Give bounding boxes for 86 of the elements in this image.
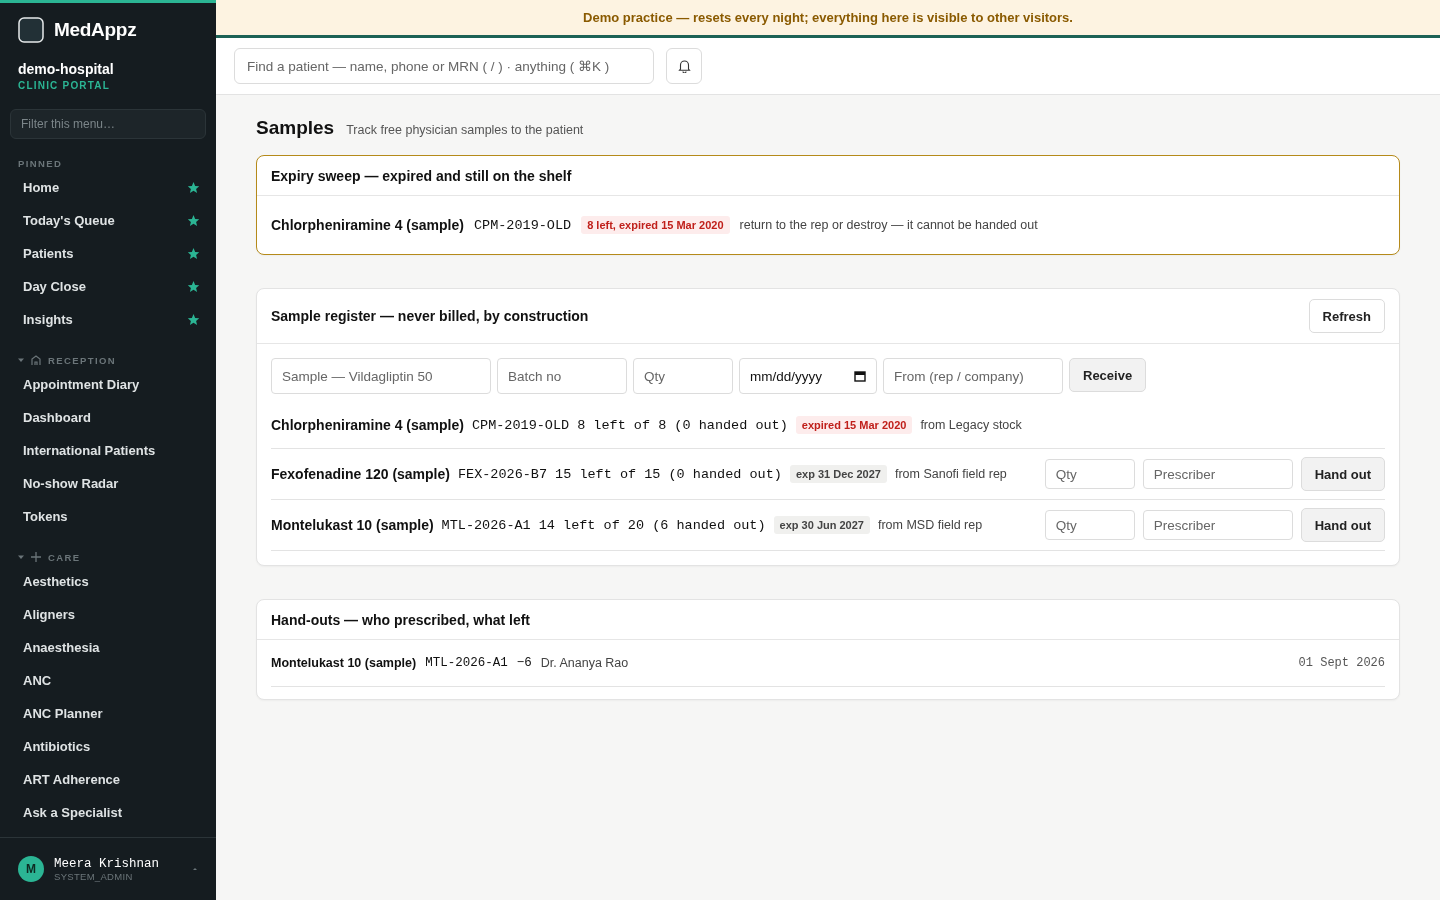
sidebar-item[interactable]: No-show Radar	[23, 476, 119, 491]
notifications-button[interactable]	[666, 48, 702, 84]
refresh-button[interactable]: Refresh	[1308, 299, 1385, 333]
card-title: Hand-outs — who prescribed, what left	[271, 611, 531, 628]
expiry-badge: expired 15 Mar 2020	[795, 416, 913, 434]
user-avatar[interactable]: M	[18, 856, 44, 882]
user-name: Meera Krishnan	[54, 856, 160, 871]
quantity-field[interactable]: Qty	[1044, 510, 1135, 540]
sidebar-item[interactable]: Aligners	[23, 607, 75, 622]
handout-date: 01 Sept 2026	[1298, 656, 1385, 670]
sample-name: Chlorpheniramine 4 (sample)	[271, 417, 464, 433]
sidebar-item[interactable]: ANC Planner	[23, 706, 103, 721]
stock-count: 8 left of 8 (0 handed out)	[577, 417, 788, 433]
date-field[interactable]: mm/dd/yyyy	[739, 358, 877, 394]
sidebar-item[interactable]: Dashboard	[23, 410, 91, 425]
sample-name: Montelukast 10 (sample)	[271, 656, 417, 670]
sidebar-item[interactable]: Insights	[23, 312, 73, 327]
brand-name: MedAppz	[54, 19, 137, 41]
instruction-text: return to the rep or destroy — it cannot be handed out	[739, 218, 1038, 232]
quantity-field[interactable]: Qty	[633, 358, 733, 394]
star-icon[interactable]	[187, 247, 200, 260]
expiry-badge: exp 31 Dec 2027	[789, 465, 887, 483]
batch-number: FEX-2026-B7	[457, 466, 548, 482]
sidebar-item[interactable]: Appointment Diary	[23, 377, 140, 392]
sidebar-item[interactable]: Today's Queue	[23, 213, 115, 228]
batch-number: MTL-2026-A1	[425, 656, 508, 670]
source-field[interactable]: From (rep / company)	[883, 358, 1063, 394]
batch-number: CPM-2019-OLD	[471, 417, 570, 433]
expiry-badge: 8 left, expired 15 Mar 2020	[581, 216, 730, 234]
sample-name: Chlorpheniramine 4 (sample)	[271, 217, 464, 233]
organization-name: demo-hospital	[17, 60, 115, 77]
prescriber-name: Dr. Ananya Rao	[540, 656, 629, 670]
card-title: Sample register — never billed, by construction	[271, 308, 589, 324]
sidebar-item[interactable]: Home	[23, 180, 60, 195]
demo-banner: Demo practice — resets every night; everything here is visible to other visitors.	[216, 0, 1440, 38]
logo-icon	[18, 17, 44, 43]
sidebar-item[interactable]: Day Close	[23, 279, 86, 294]
caret-icon[interactable]	[192, 866, 198, 872]
batch-field[interactable]: Batch no	[497, 358, 627, 394]
batch-number: CPM-2019-OLD	[473, 217, 572, 233]
quantity-text: −6	[516, 656, 532, 670]
source-text: from Sanofi field rep	[894, 467, 1007, 481]
receive-button[interactable]: Receive	[1069, 358, 1147, 392]
sample-field[interactable]: Sample — Vildagliptin 50	[271, 358, 491, 394]
star-icon[interactable]	[187, 214, 200, 227]
sidebar-item[interactable]: ART Adherence	[23, 772, 121, 787]
page-title: Samples	[256, 117, 335, 139]
section-label: CARE	[48, 551, 81, 563]
hand-out-button[interactable]: Hand out	[1300, 508, 1385, 542]
caret-icon[interactable]	[18, 357, 24, 363]
sample-name: Fexofenadine 120 (sample)	[271, 466, 450, 482]
prescriber-field[interactable]: Prescriber	[1142, 459, 1293, 489]
stock-count: 15 left of 15 (0 handed out)	[555, 466, 782, 482]
sidebar-item[interactable]: Tokens	[23, 509, 68, 524]
menu-filter-field[interactable]: Filter this menu…	[10, 109, 206, 139]
bell-icon	[677, 59, 691, 73]
card-title: Expiry sweep — expired and still on the shelf	[271, 167, 572, 184]
expiry-badge: exp 30 Jun 2027	[773, 516, 870, 534]
batch-number: MTL-2026-A1	[441, 517, 531, 533]
sidebar-item[interactable]: International Patients	[23, 443, 156, 458]
sidebar-item[interactable]: Ask a Specialist	[23, 805, 122, 820]
user-role: SYSTEM_ADMIN	[54, 870, 134, 882]
sidebar-item[interactable]: Anaesthesia	[23, 640, 100, 655]
house-icon	[30, 354, 42, 366]
plus-icon	[30, 551, 42, 563]
hand-out-button[interactable]: Hand out	[1300, 457, 1385, 491]
source-text: from Legacy stock	[920, 418, 1022, 432]
source-text: from MSD field rep	[877, 518, 983, 532]
sidebar-item[interactable]: ANC	[23, 673, 52, 688]
quantity-field[interactable]: Qty	[1044, 459, 1135, 489]
section-label: PINNED	[18, 157, 63, 169]
sidebar-item[interactable]: Antibiotics	[23, 739, 91, 754]
sidebar-item[interactable]: Patients	[23, 246, 74, 261]
prescriber-field[interactable]: Prescriber	[1142, 510, 1293, 540]
sidebar-item[interactable]: Aesthetics	[23, 574, 89, 589]
page-subtitle: Track free physician samples to the patient	[346, 123, 584, 137]
star-icon[interactable]	[187, 181, 200, 194]
sample-name: Montelukast 10 (sample)	[271, 517, 434, 533]
portal-label: CLINIC PORTAL	[17, 79, 112, 91]
star-icon[interactable]	[187, 313, 200, 326]
calendar-icon	[854, 370, 866, 382]
stock-count: 14 left of 20 (6 handed out)	[538, 517, 766, 533]
section-label: RECEPTION	[48, 354, 117, 366]
caret-icon[interactable]	[18, 554, 24, 560]
search-field[interactable]: Find a patient — name, phone or MRN ( / ) · anything ( ⌘K )	[234, 48, 654, 84]
star-icon[interactable]	[187, 280, 200, 293]
